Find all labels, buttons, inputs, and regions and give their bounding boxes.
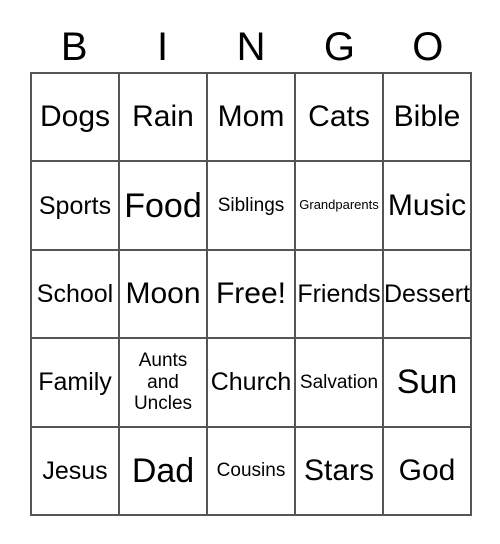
bingo-cell-label: Salvation — [299, 371, 379, 393]
bingo-cell[interactable]: Rain — [120, 74, 208, 163]
bingo-cell-label: Rain — [132, 100, 194, 134]
bingo-cell-label: Stars — [303, 454, 375, 487]
bingo-cell[interactable]: Food — [120, 162, 208, 251]
bingo-cell[interactable]: Church — [208, 339, 296, 428]
bingo-cell-free[interactable]: Free! — [208, 250, 296, 340]
bingo-cell-label: Siblings — [217, 194, 285, 216]
bingo-cell[interactable]: Bible — [384, 74, 472, 163]
bingo-cell-label: Dogs — [39, 100, 111, 134]
bingo-cell[interactable]: Siblings — [208, 162, 296, 251]
bingo-cell-label: School — [36, 279, 114, 308]
bingo-cell-label: Church — [210, 368, 292, 397]
bingo-cell[interactable]: Salvation — [296, 339, 384, 428]
bingo-cell-label: Cats — [308, 100, 370, 134]
bingo-cell[interactable]: Grandparents — [296, 162, 384, 251]
bingo-cell[interactable]: Dad — [120, 427, 208, 516]
bingo-cell-label: Family — [38, 368, 112, 397]
bingo-cell-label: Friends — [297, 279, 381, 308]
bingo-cell[interactable]: Sun — [384, 339, 472, 428]
bingo-cell-label: Moon — [125, 277, 201, 311]
bingo-cell-label: Dad — [131, 451, 195, 490]
bingo-cell-label: Sun — [396, 363, 458, 402]
bingo-cell-label: God — [398, 454, 456, 487]
bingo-grid: Dogs Rain Mom Cats Bible Sports Food Siblings Gr… — [30, 72, 472, 516]
bingo-cell-label: Jesus — [42, 456, 108, 485]
bingo-cell[interactable]: Sports — [32, 162, 120, 251]
bingo-cell[interactable]: Stars — [296, 427, 384, 516]
bingo-header-letter-n: N — [236, 25, 266, 69]
bingo-cell-label: Grandparents — [299, 197, 379, 213]
bingo-header-letter-g: G — [323, 25, 355, 69]
bingo-cell-label: Free! — [215, 277, 287, 311]
bingo-header-letter-b: B — [60, 25, 88, 69]
bingo-header-row: BINGO — [30, 22, 472, 72]
bingo-cell-label: Music — [387, 188, 467, 222]
bingo-header-letter-o: O — [412, 25, 444, 69]
bingo-cell[interactable]: Mom — [208, 74, 296, 163]
bingo-cell-label: Sports — [38, 191, 112, 220]
bingo-cell[interactable]: Aunts and Uncles — [120, 339, 208, 428]
bingo-card: B I N G O Dogs Rain Mom Cats Bible Sports Food Sibl… — [0, 0, 500, 544]
bingo-cell-label: Food — [124, 186, 202, 225]
bingo-cell[interactable]: Music — [384, 162, 472, 251]
bingo-cell[interactable]: Family — [32, 339, 120, 428]
bingo-header-letter-i: I — [157, 25, 169, 69]
bingo-cell-label: Aunts and Uncles — [133, 350, 193, 415]
bingo-cell[interactable]: Jesus — [32, 427, 120, 516]
bingo-cell[interactable]: Dogs — [32, 74, 120, 163]
bingo-cell[interactable]: God — [384, 427, 472, 516]
bingo-cell[interactable]: Cats — [296, 74, 384, 163]
bingo-cell[interactable]: Moon — [120, 250, 208, 340]
bingo-cell-label: Cousins — [216, 460, 286, 482]
bingo-cell-label: Bible — [393, 100, 461, 134]
bingo-cell[interactable]: Dessert — [384, 250, 472, 340]
bingo-cell[interactable]: Cousins — [208, 427, 296, 516]
bingo-cell-label: Dessert — [384, 279, 471, 308]
bingo-cell[interactable]: School — [32, 250, 120, 340]
bingo-cell-label: Mom — [217, 100, 285, 134]
bingo-cell[interactable]: Friends — [296, 250, 384, 340]
